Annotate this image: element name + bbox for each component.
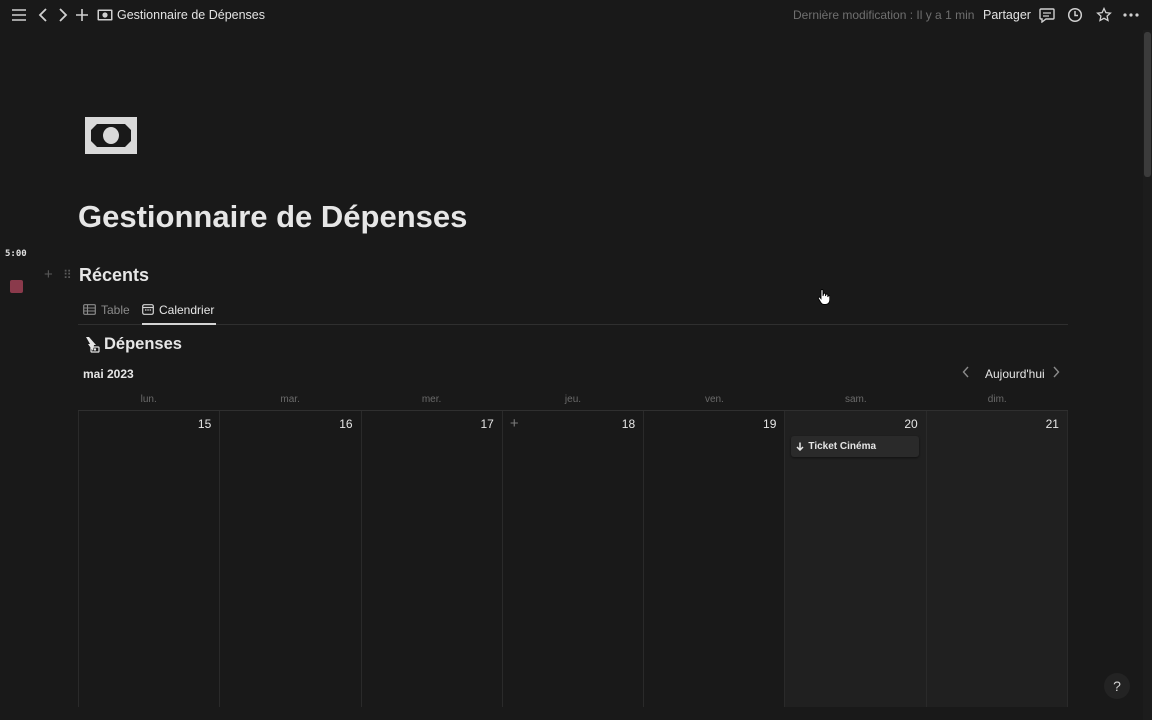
new-page-icon[interactable] <box>72 5 92 25</box>
day-number: 21 <box>1045 417 1059 431</box>
calendar-event-card[interactable]: Ticket Cinéma <box>791 436 920 457</box>
drag-handle-icon[interactable]: ⠿ <box>63 268 72 282</box>
view-tabs: Table Calendrier <box>78 296 1068 325</box>
scroll-thumb[interactable] <box>1144 32 1151 177</box>
top-bar: Gestionnaire de Dépenses Dernière modifi… <box>0 0 1152 30</box>
menu-icon[interactable] <box>9 5 29 25</box>
page-title[interactable]: Gestionnaire de Dépenses <box>78 199 467 235</box>
calendar-day-cell[interactable]: 16 <box>220 411 362 707</box>
share-button[interactable]: Partager <box>983 8 1031 22</box>
weekday-label: jeu. <box>564 394 582 405</box>
database-title-label: Dépenses <box>104 335 182 353</box>
hand-cursor-icon <box>817 289 831 310</box>
favorite-star-icon[interactable] <box>1094 5 1114 25</box>
history-icon[interactable] <box>1065 5 1085 25</box>
arrow-down-icon <box>796 442 804 451</box>
calendar-icon <box>142 304 154 315</box>
back-icon[interactable] <box>33 5 53 25</box>
weekday-label: mar. <box>280 394 300 405</box>
calendar-day-cell[interactable]: + 18 <box>502 411 645 707</box>
today-button[interactable]: Aujourd'hui <box>985 367 1045 381</box>
event-title: Ticket Cinéma <box>808 441 877 452</box>
day-number: 18 <box>621 417 636 431</box>
calendar-day-cell[interactable]: 21 <box>926 411 1068 707</box>
next-week-chevron-icon[interactable] <box>1052 366 1060 381</box>
table-icon <box>83 304 96 315</box>
tab-calendrier[interactable]: Calendrier <box>142 296 217 325</box>
breadcrumb-page-title[interactable]: Gestionnaire de Dépenses <box>117 8 265 22</box>
last-modified-text: Dernière modification : Il y a 1 min <box>793 8 975 22</box>
section-heading-recents[interactable]: Récents <box>79 265 149 286</box>
calendar-month-label: mai 2023 <box>83 367 134 381</box>
tab-table[interactable]: Table <box>83 296 130 323</box>
help-button[interactable]: ? <box>1104 673 1130 699</box>
previous-week-chevron-icon[interactable] <box>962 366 970 381</box>
weekday-header-row: lun. mar. mer. jeu. ven. sam. dim. <box>78 390 1068 411</box>
day-number: 19 <box>763 417 777 431</box>
page-money-bill-icon[interactable] <box>85 117 137 154</box>
forward-icon[interactable] <box>53 5 73 25</box>
day-number: 15 <box>197 417 212 431</box>
weekday-label: mer. <box>421 394 442 405</box>
money-with-hand-icon <box>86 336 100 353</box>
weekday-label: dim. <box>987 394 1007 405</box>
calendar-week-grid: 15 16 17 + 18 19 20 Ticket Cinéma 21 <box>78 411 1068 707</box>
comments-icon[interactable] <box>1037 5 1057 25</box>
calendar-day-cell[interactable]: 19 <box>644 411 786 707</box>
calendar-day-cell[interactable]: 20 Ticket Cinéma <box>785 411 927 707</box>
day-number: 17 <box>480 417 494 431</box>
weekday-label: sam. <box>844 394 867 405</box>
day-number: 16 <box>339 417 353 431</box>
database-title[interactable]: Dépenses <box>83 335 182 354</box>
add-block-icon[interactable]: + <box>44 266 53 283</box>
calendar-day-cell[interactable]: 15 <box>78 411 221 707</box>
timer-text: 5:00 <box>5 249 27 259</box>
day-number: 20 <box>904 417 918 431</box>
add-event-plus-icon[interactable]: + <box>510 415 519 432</box>
money-bill-icon <box>95 5 115 25</box>
more-options-icon[interactable] <box>1121 5 1141 25</box>
tab-calendrier-label: Calendrier <box>159 302 215 317</box>
weekday-label: lun. <box>140 394 157 405</box>
tab-table-label: Table <box>101 302 130 317</box>
recording-indicator[interactable] <box>10 280 23 293</box>
weekday-label: ven. <box>704 394 724 405</box>
calendar-day-cell[interactable]: 17 <box>361 411 503 707</box>
